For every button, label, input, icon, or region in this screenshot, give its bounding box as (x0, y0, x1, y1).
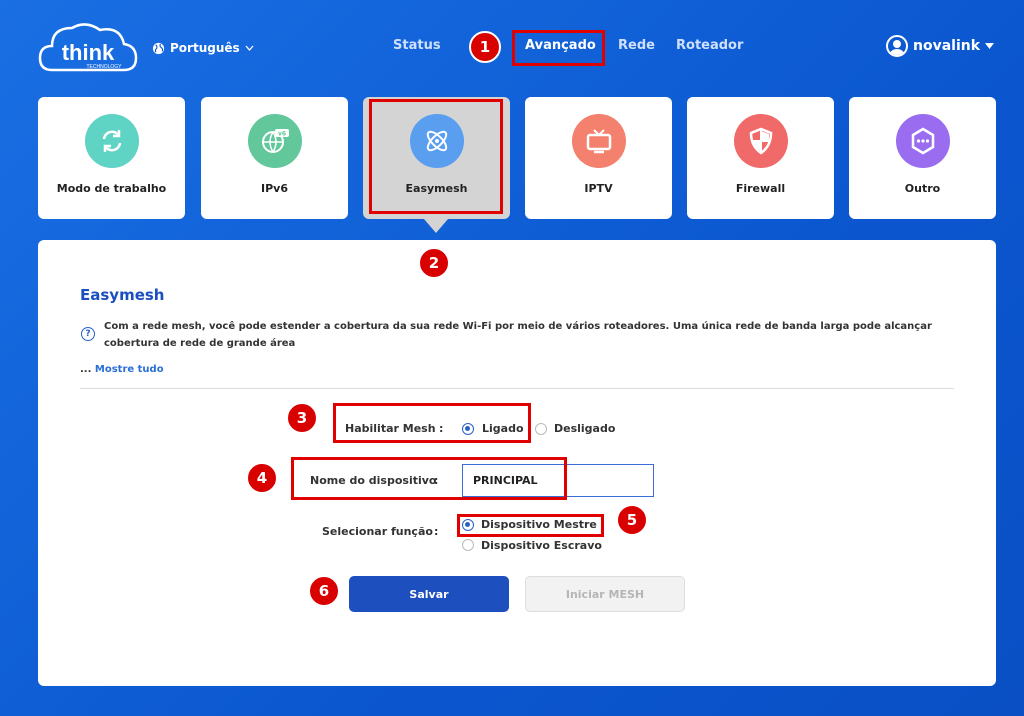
card-label: IPv6 (261, 182, 288, 195)
role-label: Selecionar função (322, 525, 433, 538)
callout-3: 3 (286, 402, 318, 434)
callout-6: 6 (308, 575, 340, 607)
user-icon (886, 35, 908, 57)
more-prefix: ... (80, 364, 92, 375)
help-icon: ? (81, 327, 95, 341)
role-slave-label[interactable]: Dispositivo Escravo (481, 539, 602, 552)
card-label: Outro (904, 182, 941, 195)
caret-down-icon (985, 43, 995, 49)
card-modo-de-trabalho[interactable]: Modo de trabalho (38, 97, 185, 219)
show-more: ... Mostre tudo (80, 364, 164, 375)
user-name: novalink (913, 38, 981, 54)
mesh-off-radio[interactable] (535, 423, 547, 435)
mesh-off-label[interactable]: Desligado (554, 422, 615, 435)
nav-status[interactable]: Status (393, 38, 441, 53)
sync-icon (84, 114, 139, 168)
highlight-box-easymesh (369, 99, 503, 214)
callout-1: 1 (469, 31, 501, 63)
highlight-box-mesh (333, 403, 531, 443)
callout-5: 5 (616, 504, 648, 536)
show-all-link[interactable]: Mostre tudo (95, 364, 164, 375)
active-card-pointer (424, 219, 448, 233)
shield-icon (733, 114, 788, 168)
more-icon (895, 114, 950, 168)
callout-4: 4 (246, 462, 278, 494)
card-firewall[interactable]: Firewall (687, 97, 834, 219)
card-ipv6[interactable]: v6 IPv6 (201, 97, 348, 219)
nav-rede[interactable]: Rede (618, 38, 655, 53)
nav-roteador[interactable]: Roteador (676, 38, 743, 53)
callout-2: 2 (418, 247, 450, 279)
highlight-box-master (457, 514, 604, 537)
panel-title: Easymesh (80, 286, 165, 304)
panel-description: Com a rede mesh, você pode estender a co… (104, 321, 932, 349)
colon: : (434, 525, 439, 538)
user-menu[interactable]: novalink (886, 35, 995, 57)
card-label: Firewall (735, 182, 786, 195)
divider (80, 388, 954, 389)
card-label: Modo de trabalho (56, 182, 167, 195)
logo-subtext: TECHNOLOGY (86, 64, 122, 70)
highlight-box-device-name (291, 457, 567, 500)
tv-icon (571, 114, 626, 168)
card-iptv[interactable]: IPTV (525, 97, 672, 219)
card-label: IPTV (584, 182, 613, 195)
save-button[interactable]: Salvar (349, 576, 509, 612)
svg-text:v6: v6 (277, 131, 285, 138)
card-outro[interactable]: Outro (849, 97, 996, 219)
ipv6-globe-icon: v6 (247, 114, 302, 168)
highlight-box-avancado (512, 30, 605, 66)
role-slave-radio[interactable] (462, 539, 474, 551)
start-mesh-button[interactable]: Iniciar MESH (525, 576, 685, 612)
